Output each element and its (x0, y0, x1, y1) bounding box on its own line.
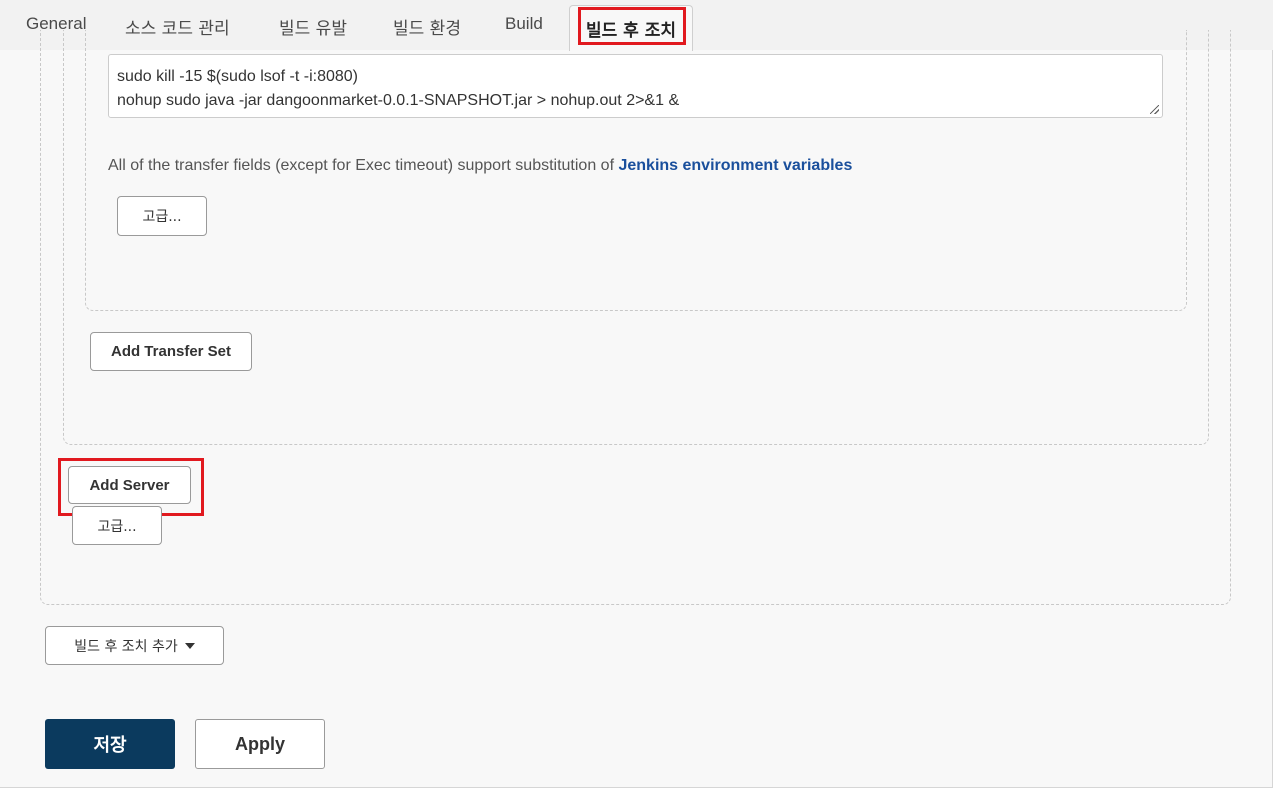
advanced-button[interactable]: 고급... (117, 196, 207, 236)
add-transfer-set-button[interactable]: Add Transfer Set (90, 332, 252, 371)
apply-button[interactable]: Apply (195, 719, 325, 769)
exec-command-textarea[interactable]: sudo kill -15 $(sudo lsof -t -i:8080) no… (108, 54, 1163, 118)
server-advanced-button[interactable]: 고급... (72, 506, 162, 545)
exec-command-line-1: sudo kill -15 $(sudo lsof -t -i:8080) (117, 68, 358, 85)
add-post-build-action-button[interactable]: 빌드 후 조치 추가 (45, 626, 224, 665)
jenkins-env-vars-link[interactable]: Jenkins environment variables (618, 157, 852, 174)
resize-handle-icon[interactable] (1150, 105, 1159, 114)
help-text: All of the transfer fields (except for E… (108, 157, 619, 174)
transfer-help-text: All of the transfer fields (except for E… (108, 157, 852, 175)
exec-command-line-2: nohup sudo java -jar dangoonmarket-0.0.1… (117, 92, 680, 109)
caret-down-icon (184, 642, 195, 649)
add-post-build-action-label: 빌드 후 조치 추가 (74, 638, 178, 655)
save-button[interactable]: 저장 (45, 719, 175, 769)
